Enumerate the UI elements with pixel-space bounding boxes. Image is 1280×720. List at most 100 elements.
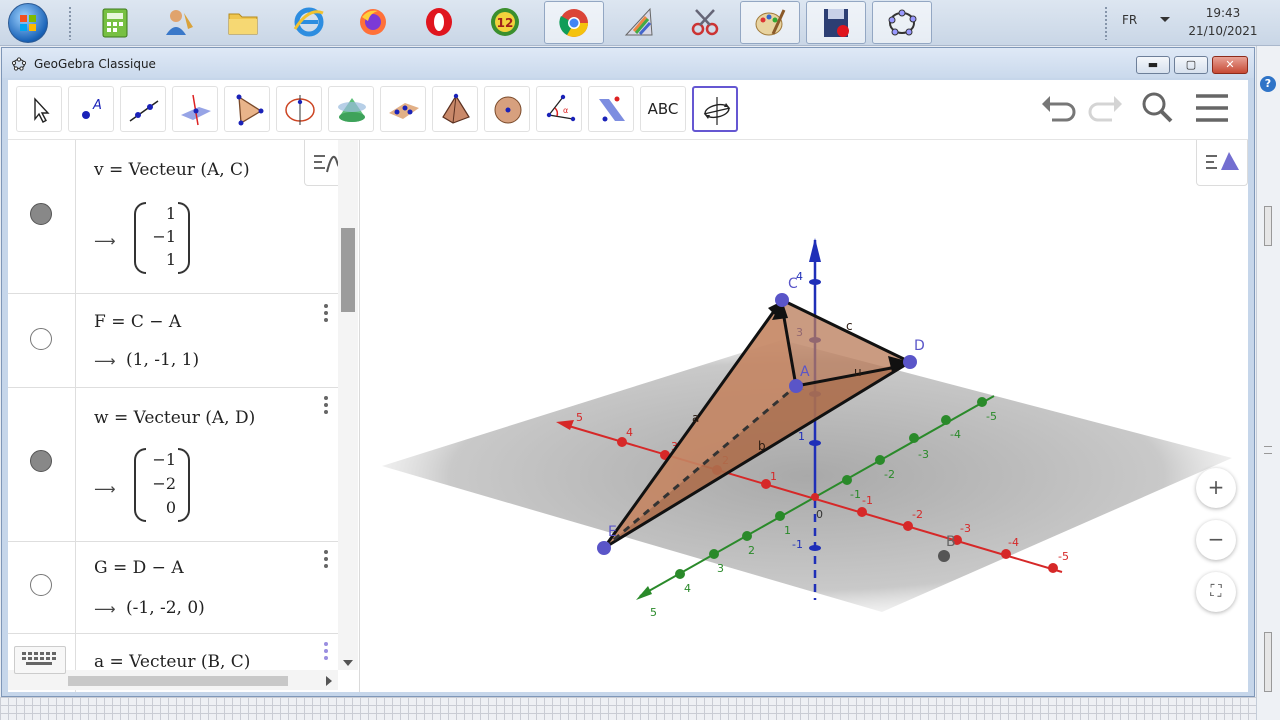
x-tick-label: -5 (1058, 550, 1069, 563)
sphere-tool[interactable] (484, 86, 530, 132)
line-tool[interactable] (120, 86, 166, 132)
vector-cell: −2 (152, 474, 176, 493)
geogebra-taskbar-icon[interactable] (872, 1, 932, 44)
app-12-badge: 12 (497, 16, 514, 30)
visibility-toggle-G[interactable] (30, 574, 52, 596)
algebra-input-F[interactable]: F = C − A (94, 312, 181, 332)
text-tool[interactable]: ABC (640, 86, 686, 132)
point-tool[interactable]: A (68, 86, 114, 132)
screen-recorder-icon[interactable] (806, 1, 866, 44)
pyramid-tool[interactable] (432, 86, 478, 132)
language-indicator[interactable]: FR (1122, 13, 1137, 27)
maximize-button[interactable]: ▢ (1174, 56, 1208, 74)
minimize-button[interactable]: ▬ (1136, 56, 1170, 74)
vector-cell: −1 (152, 227, 176, 246)
reflect-tool[interactable] (588, 86, 634, 132)
virtual-keyboard-button[interactable] (14, 646, 66, 674)
left-paren (134, 448, 146, 522)
y-tick-label: -1 (850, 488, 861, 501)
internet-explorer-icon[interactable] (280, 1, 340, 44)
right-paren (178, 448, 190, 522)
plane-points-tool[interactable] (380, 86, 426, 132)
scroll-right-icon[interactable] (326, 676, 332, 686)
chrome-icon[interactable] (544, 1, 604, 44)
visibility-toggle-F[interactable] (30, 328, 52, 350)
angle-icon: α (546, 94, 576, 122)
x-tick-label: -1 (862, 494, 873, 507)
scrollbar-thumb[interactable] (1264, 206, 1272, 246)
more-options-icon[interactable] (324, 304, 328, 325)
3d-view-toggle-icon (1206, 152, 1239, 170)
snipping-tool-icon[interactable] (676, 1, 736, 44)
visibility-toggle-v[interactable] (30, 203, 52, 225)
x-tick-label: 5 (576, 411, 583, 424)
algebra-item-G[interactable]: G = D − A ⟶ (-1, -2, 0) (8, 542, 338, 634)
more-options-icon[interactable] (324, 396, 328, 417)
visibility-cell (8, 542, 76, 633)
point-E[interactable] (597, 541, 611, 555)
zoom-in-button[interactable]: + (1196, 468, 1236, 508)
point-B[interactable] (938, 550, 950, 562)
z-tick-label: 1 (798, 430, 805, 443)
visibility-toggle-w[interactable] (30, 450, 52, 472)
rotate-view-tool[interactable] (692, 86, 738, 132)
taskbar: 12 FR 19:43 21/10/2021 (0, 0, 1280, 46)
ruler-app-icon[interactable] (610, 1, 670, 44)
user-settings-app-icon[interactable] (150, 1, 210, 44)
start-button[interactable] (8, 3, 48, 43)
clock-time: 19:43 (1205, 6, 1241, 20)
circle-axis-tool[interactable] (276, 86, 322, 132)
opera-icon[interactable] (410, 1, 470, 44)
fullscreen-button[interactable]: ⛶ (1196, 572, 1236, 612)
scrollbar-thumb[interactable] (341, 228, 355, 312)
calculator-app-icon[interactable] (86, 1, 146, 44)
algebra-item-F[interactable]: F = C − A ⟶ (1, -1, 1) (8, 294, 338, 388)
algebra-item-v[interactable]: v = Vecteur (A, C) ⟶ 1 −1 1 (8, 140, 338, 294)
firefox-icon[interactable] (344, 1, 404, 44)
perpendicular-tool[interactable] (172, 86, 218, 132)
help-icon[interactable]: ? (1260, 76, 1276, 92)
polygon-tool[interactable] (224, 86, 270, 132)
y-tick-label: -5 (986, 410, 997, 423)
edge-label-b: b (758, 439, 766, 453)
cone-tool[interactable] (328, 86, 374, 132)
point-A[interactable] (789, 379, 803, 393)
more-options-icon[interactable] (324, 550, 328, 571)
scrollbar-thumb-lower[interactable] (1264, 632, 1272, 692)
point-D[interactable] (903, 355, 917, 369)
move-tool[interactable] (16, 86, 62, 132)
x-tick-label: 4 (626, 426, 633, 439)
graphics-3d-view[interactable]: 5 4 3 2 1 -1 -2 -3 -4 -5 (362, 140, 1248, 692)
close-icon: ✕ (1225, 58, 1235, 71)
y-tick-label: -2 (884, 468, 895, 481)
origin-label: 0 (816, 508, 823, 521)
algebra-input-G[interactable]: G = D − A (94, 558, 184, 578)
chevron-down-icon[interactable] (1160, 17, 1170, 22)
scrollbar-thumb[interactable] (68, 676, 288, 686)
file-explorer-icon[interactable] (214, 1, 274, 44)
title-bar[interactable]: GeoGebra Classique ▬ ▢ ✕ (2, 48, 1254, 78)
main-menu-button[interactable] (1192, 90, 1232, 130)
algebra-input-w[interactable]: w = Vecteur (A, D) (94, 408, 255, 428)
undo-button[interactable] (1038, 90, 1078, 130)
zoom-out-button[interactable]: − (1196, 520, 1236, 560)
clock[interactable]: 19:43 21/10/2021 (1180, 4, 1266, 40)
pyramid-icon (442, 93, 470, 124)
point-C[interactable] (775, 293, 789, 307)
more-options-icon[interactable] (324, 642, 328, 663)
paint-icon[interactable] (740, 1, 800, 44)
algebra-input-a[interactable]: a = Vecteur (B, C) (94, 652, 250, 672)
search-button[interactable] (1138, 90, 1178, 130)
algebra-input-v[interactable]: v = Vecteur (A, C) (94, 160, 250, 180)
edge-label-a: a (692, 411, 699, 425)
close-button[interactable]: ✕ (1212, 56, 1248, 74)
x-tick-label: 1 (770, 470, 777, 483)
scroll-down-icon[interactable] (343, 660, 353, 666)
graphics-style-button[interactable] (1196, 140, 1248, 186)
angle-tool[interactable]: α (536, 86, 582, 132)
app-12-icon[interactable]: 12 (476, 1, 536, 44)
redo-button[interactable] (1086, 90, 1126, 130)
algebra-item-w[interactable]: w = Vecteur (A, D) ⟶ −1 −2 0 (8, 388, 338, 542)
algebra-vertical-scrollbar[interactable] (338, 140, 358, 670)
x-tick-label: -4 (1008, 536, 1019, 549)
